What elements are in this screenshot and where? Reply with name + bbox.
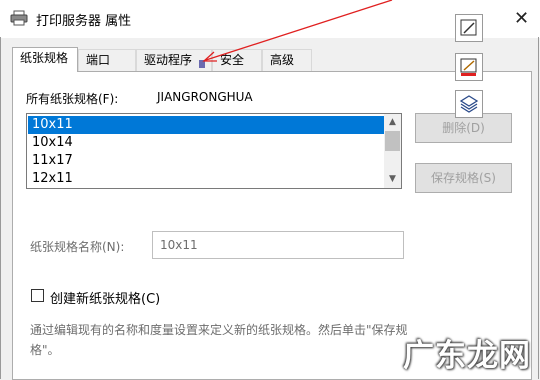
list-item[interactable]: 11x17 [28, 152, 385, 170]
edit-pen-icon [460, 19, 477, 36]
scroll-up-icon[interactable]: ▲ [384, 114, 401, 131]
list-scrollbar[interactable]: ▲ ▼ [384, 114, 401, 188]
layers-icon [459, 95, 479, 113]
form-name-label: 纸张规格名称(N): [30, 240, 125, 254]
tab-forms[interactable]: 纸张规格 [12, 47, 78, 72]
watermark-logo: 广东龙网 [403, 338, 531, 374]
list-item[interactable]: 12x11 [28, 170, 385, 188]
list-item[interactable]: 10x14 [28, 134, 385, 152]
close-icon: ✕ [513, 8, 530, 29]
tab-ports[interactable]: 端口 [78, 49, 136, 71]
tab-drivers[interactable]: 驱动程序 [136, 49, 212, 71]
tab-security[interactable]: 安全 [212, 49, 262, 71]
layers-tool[interactable] [455, 90, 483, 118]
create-new-label: 创建新纸张规格(C) [50, 292, 161, 307]
form-name-field[interactable]: 10x11 [152, 231, 404, 259]
color-pen-tool[interactable] [455, 53, 483, 81]
create-new-checkbox[interactable] [31, 289, 44, 302]
scroll-thumb[interactable] [385, 131, 400, 151]
scroll-down-icon[interactable]: ▼ [384, 171, 401, 188]
save-form-button[interactable]: 保存规格(S) [415, 163, 512, 193]
list-item[interactable]: 10x11 [28, 116, 385, 134]
edit-pen-tool[interactable] [455, 14, 483, 42]
close-button[interactable]: ✕ [503, 0, 540, 38]
forms-listbox[interactable]: 10x11 10x14 11x17 12x11 ▲ ▼ [26, 113, 402, 189]
all-forms-label: 所有纸张规格(F): [26, 92, 119, 106]
server-name: JIANGRONGHUA [157, 90, 253, 104]
tab-advanced[interactable]: 高级 [262, 49, 312, 71]
window-title: 打印服务器 属性 [36, 14, 132, 29]
color-pen-icon [460, 58, 477, 76]
printer-icon [10, 10, 28, 26]
description-text: 通过编辑现有的名称和度量设置来定义新的纸张规格。然后单击"保存规格"。 [30, 323, 408, 357]
